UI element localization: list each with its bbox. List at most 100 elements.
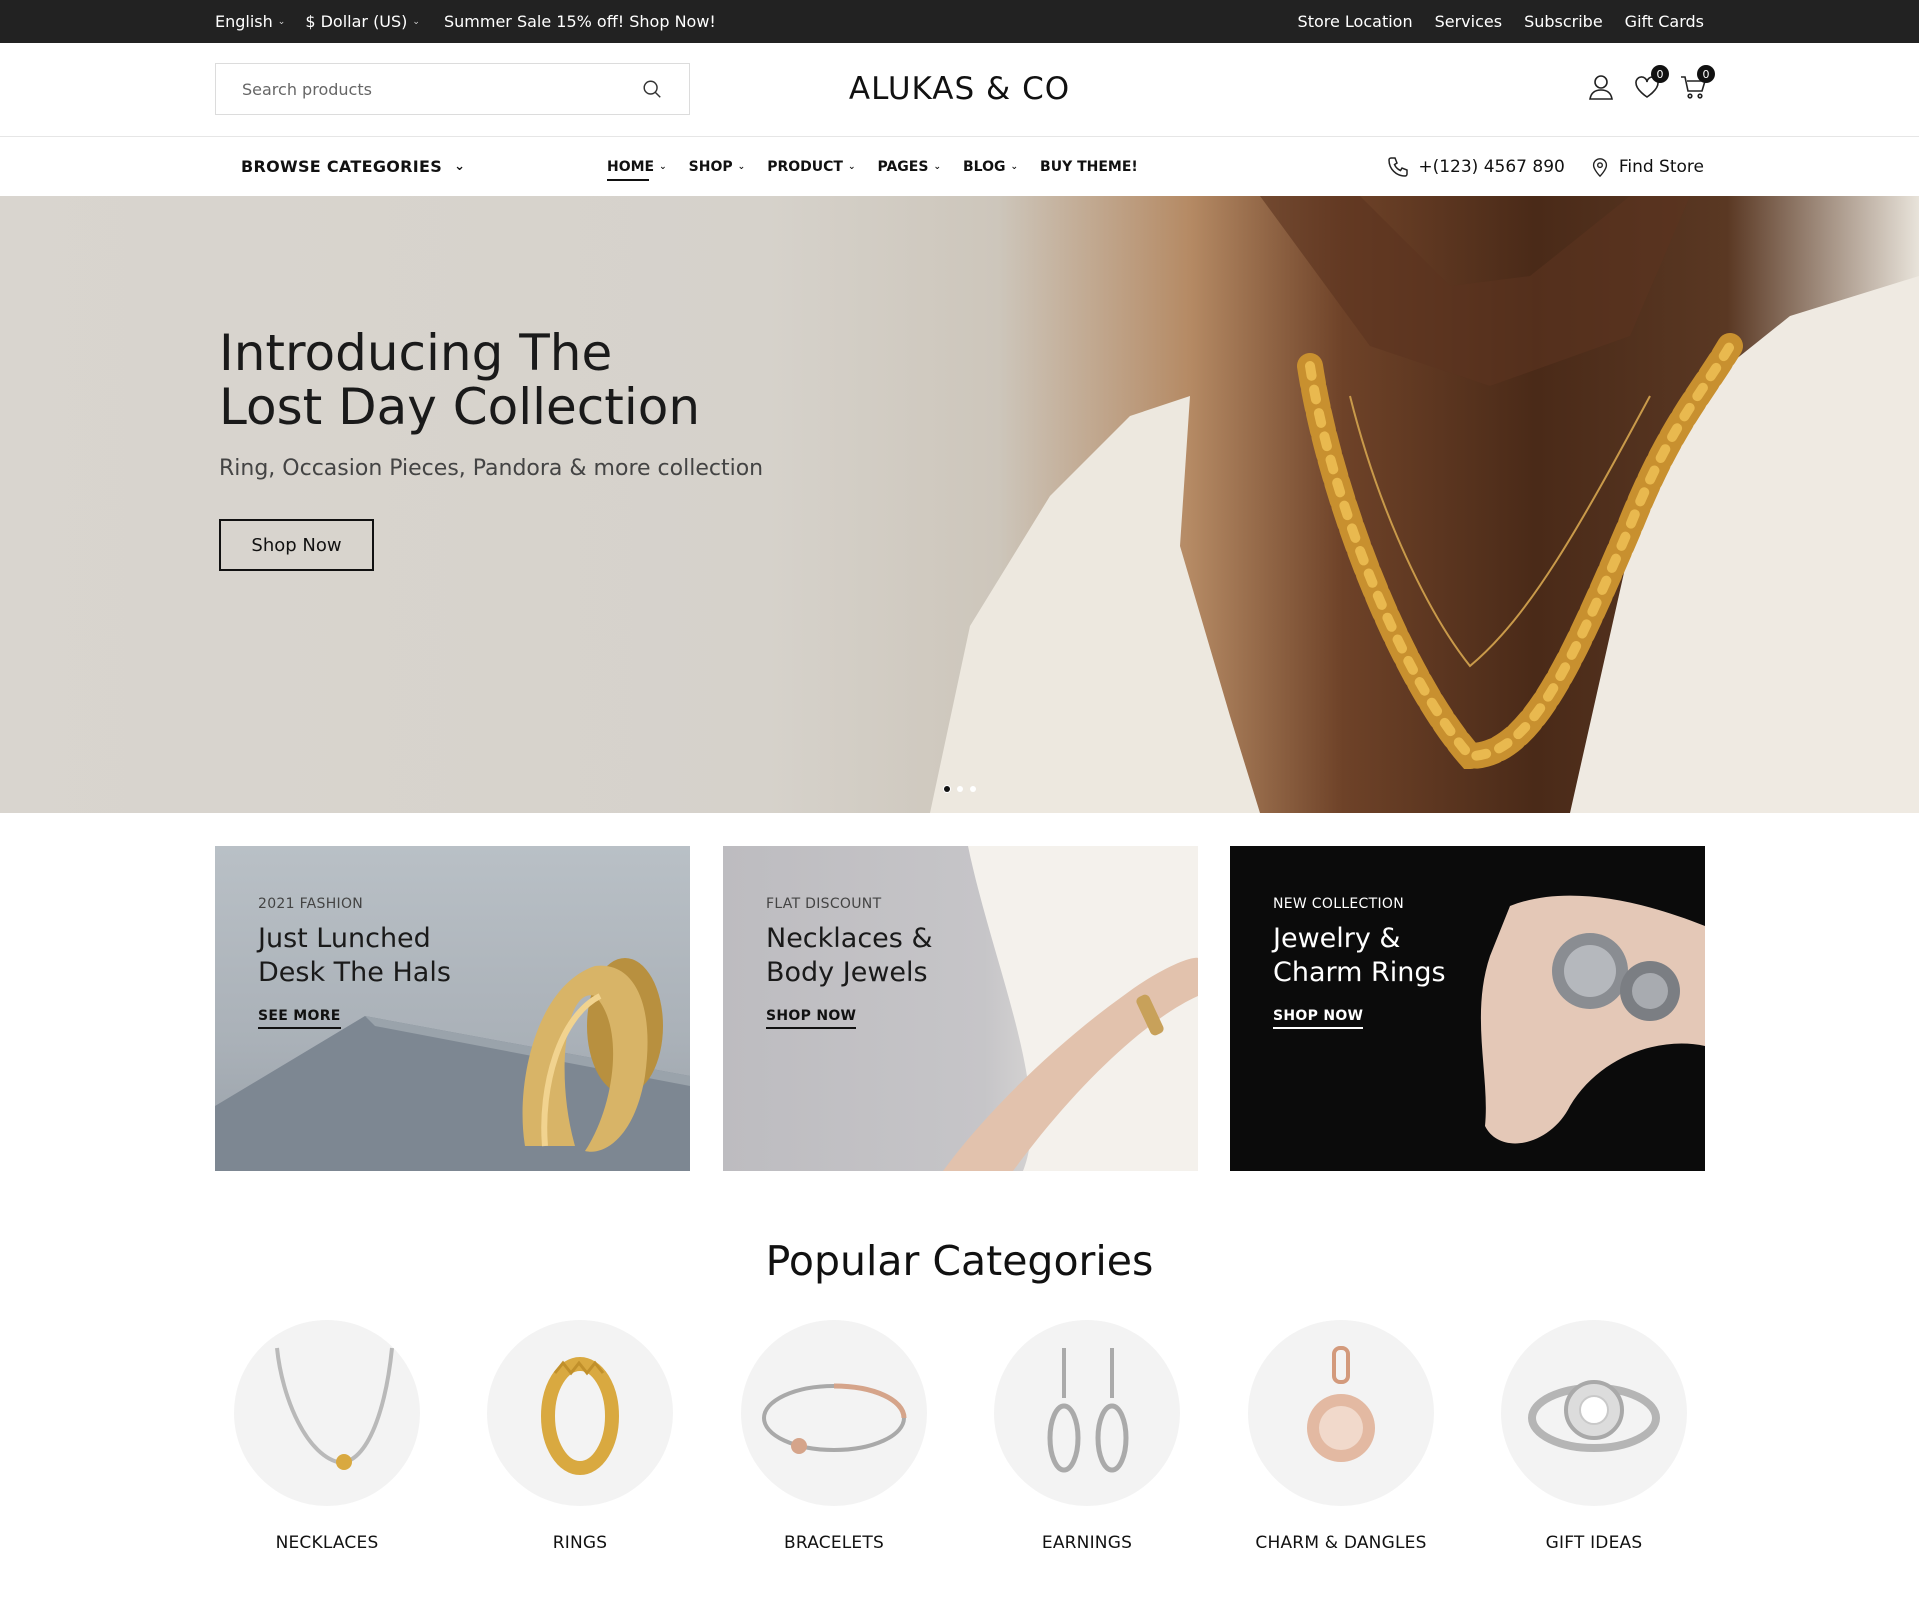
promo-banner-new-collection[interactable]: NEW COLLECTION Jewelry & Charm Rings SHO… (1230, 846, 1705, 1171)
banner-title: Necklaces & Body Jewels (766, 922, 933, 990)
shop-now-link[interactable]: SHOP NOW (1273, 1008, 1364, 1029)
search-icon[interactable] (641, 78, 663, 100)
category-label: BRACELETS (784, 1533, 884, 1553)
category-bracelets[interactable]: BRACELETS (722, 1320, 946, 1553)
chevron-down-icon: ⌄ (847, 161, 856, 172)
menu-item-label: BLOG (963, 158, 1006, 175)
category-label: GIFT IDEAS (1545, 1533, 1643, 1553)
chevron-down-icon: ⌄ (277, 16, 286, 27)
banner-title-line-2: Body Jewels (766, 957, 928, 988)
hero-model-image (930, 196, 1919, 813)
menu-item-buy-theme[interactable]: BUY THEME! (1040, 159, 1138, 175)
category-image (741, 1320, 927, 1506)
category-label: NECKLACES (275, 1533, 379, 1553)
language-select[interactable]: English ⌄ (215, 12, 285, 31)
promo-banner-discount[interactable]: FLAT DISCOUNT Necklaces & Body Jewels SH… (723, 846, 1198, 1171)
menu-item-pages[interactable]: PAGES ⌄ (878, 159, 942, 175)
banner-title-line-2: Charm Rings (1273, 957, 1446, 988)
wishlist-count-badge: 0 (1651, 65, 1669, 83)
ring-icon (541, 1357, 619, 1475)
charm-icon (1307, 1346, 1375, 1462)
chevron-down-icon: ⌄ (659, 161, 667, 172)
banner-text: NEW COLLECTION Jewelry & Charm Rings SHO… (1273, 896, 1446, 1029)
popular-categories-title: Popular Categories (765, 1237, 1154, 1285)
browse-categories-button[interactable]: BROWSE CATEGORIES ⌄ (241, 137, 465, 196)
menu-item-shop[interactable]: SHOP ⌄ (689, 159, 746, 175)
category-necklaces[interactable]: NECKLACES (215, 1320, 439, 1553)
category-label: RINGS (552, 1533, 608, 1553)
see-more-link[interactable]: SEE MORE (258, 1008, 341, 1029)
category-image (487, 1320, 673, 1506)
menu-item-label: SHOP (688, 158, 733, 175)
slider-dots (944, 786, 983, 792)
promo-banners: 2021 FASHION Just Lunched Desk The Hals … (215, 846, 1705, 1171)
services-link[interactable]: Services (1435, 12, 1502, 31)
hero-content: Introducing The Lost Day Collection Ring… (219, 326, 763, 571)
menu-item-product[interactable]: PRODUCT ⌄ (767, 159, 855, 175)
main-nav: BROWSE CATEGORIES ⌄ HOME ⌄ SHOP ⌄ PRODUCT ⌄… (0, 137, 1919, 196)
cart-button[interactable]: 0 (1679, 65, 1715, 101)
browse-categories-label: BROWSE CATEGORIES (241, 157, 443, 176)
shop-now-button[interactable]: Shop Now (219, 519, 374, 571)
category-image (1501, 1320, 1687, 1506)
menu-item-label: PRODUCT (767, 158, 843, 175)
subscribe-link[interactable]: Subscribe (1524, 12, 1603, 31)
chevron-down-icon: ⌄ (933, 161, 941, 172)
banner-title-line-1: Jewelry & (1273, 923, 1401, 954)
chevron-down-icon: ⌄ (412, 16, 420, 27)
phone-link[interactable]: +(123) 4567 890 (1386, 155, 1565, 179)
banner-tag: FLAT DISCOUNT (766, 896, 882, 912)
banner-text: 2021 FASHION Just Lunched Desk The Hals … (258, 896, 451, 1029)
menu-item-blog[interactable]: BLOG ⌄ (963, 159, 1018, 175)
category-charm-dangles[interactable]: CHARM & DANGLES (1229, 1320, 1453, 1553)
category-rings[interactable]: RINGS (468, 1320, 692, 1553)
header-icons: 0 0 (1569, 65, 1715, 101)
menu-item-label: PAGES (877, 158, 929, 175)
slider-dot-3[interactable] (970, 786, 976, 792)
chevron-down-icon: ⌄ (1010, 161, 1019, 172)
map-pin-icon (1592, 157, 1607, 177)
currency-label: $ Dollar (US) (305, 12, 408, 31)
banner-title: Jewelry & Charm Rings (1273, 922, 1446, 990)
chevron-down-icon: ⌄ (737, 161, 746, 172)
promo-banner-fashion[interactable]: 2021 FASHION Just Lunched Desk The Hals … (215, 846, 690, 1171)
category-image (994, 1320, 1180, 1506)
category-gift-ideas[interactable]: GIFT IDEAS (1482, 1320, 1706, 1553)
account-icon[interactable] (1587, 73, 1615, 101)
header: ALUKAS & CO 0 0 (0, 43, 1919, 137)
shop-now-link[interactable]: SHOP NOW (766, 1008, 857, 1029)
phone-icon (1388, 156, 1409, 177)
slider-dot-1[interactable] (944, 786, 950, 792)
banner-title-line-1: Necklaces & (766, 923, 933, 954)
menu-item-home[interactable]: HOME ⌄ (607, 158, 667, 181)
top-bar: English ⌄ $ Dollar (US) ⌄ Summer Sale 15… (0, 0, 1919, 43)
hero-subtitle: Ring, Occasion Pieces, Pandora & more co… (219, 456, 764, 481)
search-input[interactable] (242, 79, 641, 99)
menu-item-label: HOME (607, 158, 655, 175)
banner-title: Just Lunched Desk The Hals (258, 922, 451, 990)
banner-text: FLAT DISCOUNT Necklaces & Body Jewels SH… (766, 896, 933, 1029)
menu-item-label: BUY THEME! (1040, 158, 1138, 175)
nav-contact: +(123) 4567 890 Find Store (1362, 137, 1704, 196)
banner-tag: NEW COLLECTION (1273, 896, 1404, 912)
banner-tag: 2021 FASHION (258, 896, 364, 912)
slider-dot-2[interactable] (957, 786, 963, 792)
wishlist-button[interactable]: 0 (1633, 65, 1669, 101)
promo-link[interactable]: Summer Sale 15% off! Shop Now! (444, 12, 716, 31)
hero-title: Introducing The Lost Day Collection (219, 326, 763, 434)
bracelet-icon (762, 1383, 907, 1454)
category-label: EARNINGS (1041, 1533, 1133, 1553)
cart-count-badge: 0 (1697, 65, 1715, 83)
category-image (234, 1320, 420, 1506)
store-location-link[interactable]: Store Location (1298, 12, 1413, 31)
language-label: English (215, 12, 273, 31)
hero-slider: Introducing The Lost Day Collection Ring… (0, 196, 1919, 813)
category-earnings[interactable]: EARNINGS (975, 1320, 1199, 1553)
necklace-icon (275, 1347, 394, 1470)
find-store-link[interactable]: Find Store (1589, 156, 1704, 178)
gift-cards-link[interactable]: Gift Cards (1625, 12, 1704, 31)
category-image (1248, 1320, 1434, 1506)
currency-select[interactable]: $ Dollar (US) ⌄ (305, 12, 420, 31)
hero-title-line-1: Introducing The (219, 324, 613, 382)
hero-title-line-2: Lost Day Collection (219, 378, 701, 436)
